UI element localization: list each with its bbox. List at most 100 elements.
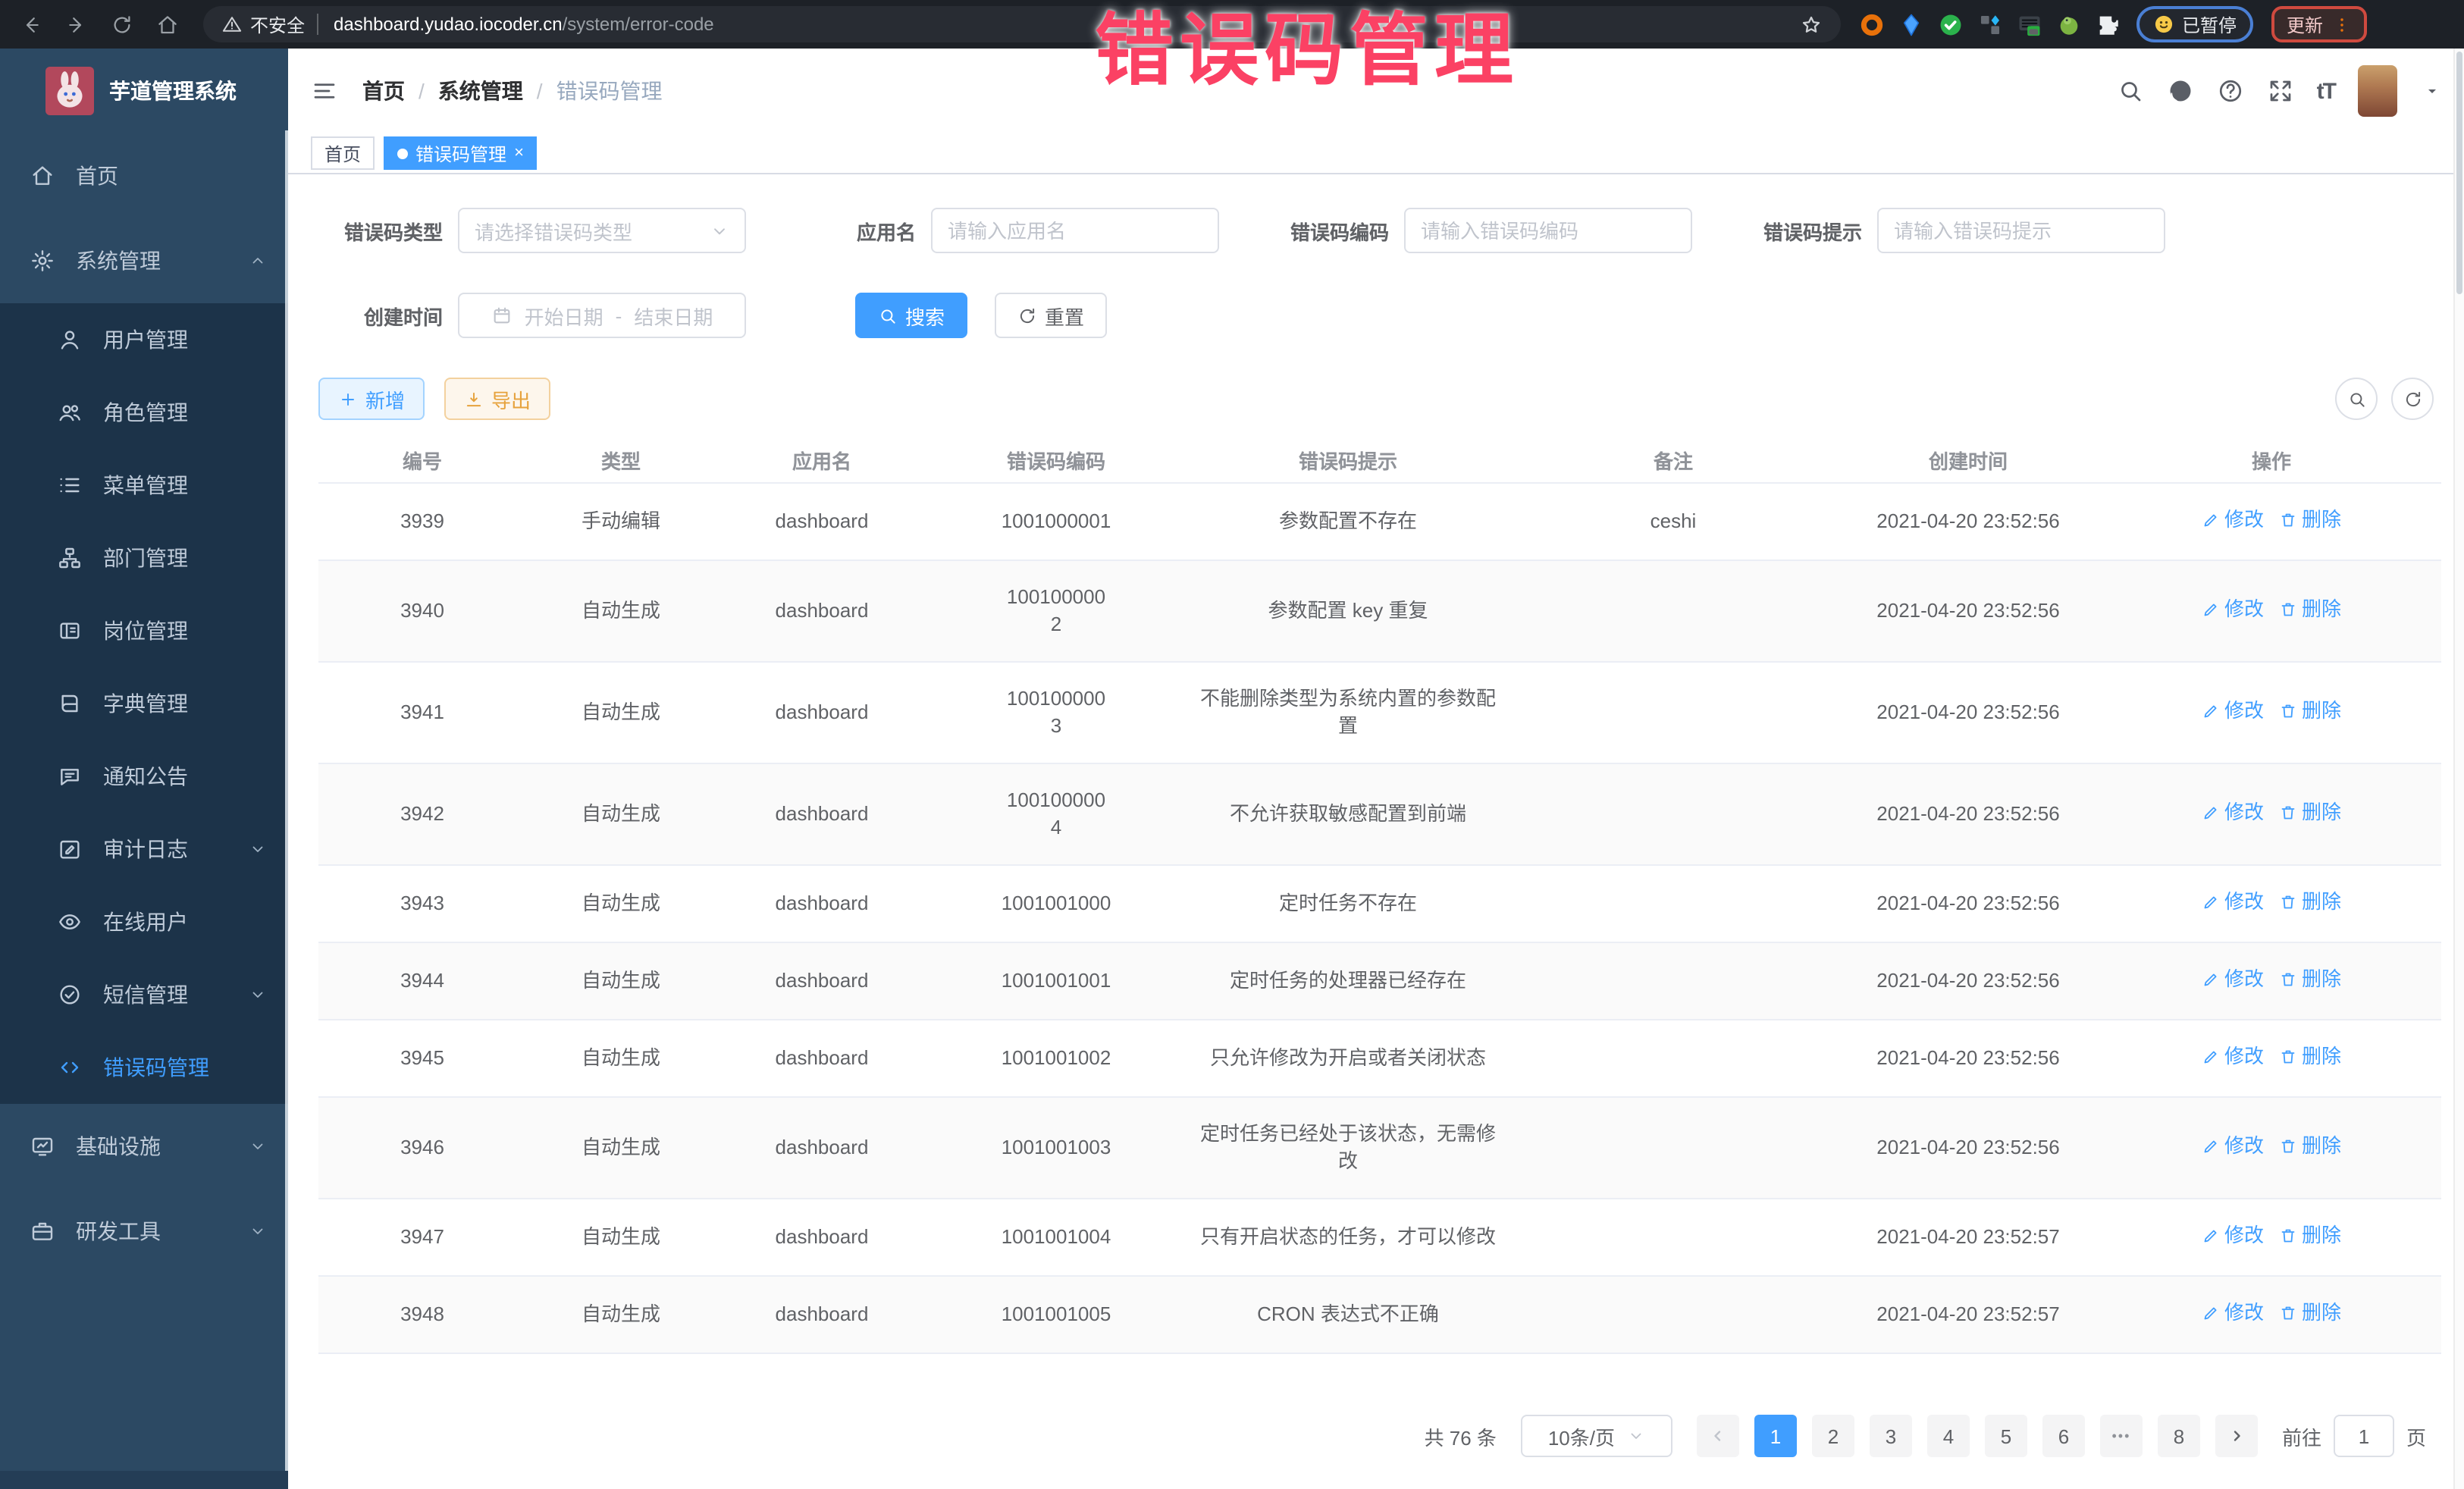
error-type-select[interactable]: 请选择错误码类型 xyxy=(458,208,746,253)
filter-error-type: 错误码类型 请选择错误码类型 xyxy=(291,208,746,253)
edit-link[interactable]: 修改 xyxy=(2202,1133,2264,1160)
next-page-button[interactable] xyxy=(2215,1415,2258,1457)
fullscreen-icon[interactable] xyxy=(2267,77,2294,105)
error-msg-input[interactable] xyxy=(1877,208,2165,253)
reload-icon[interactable] xyxy=(103,6,140,42)
sidebar-logo-row[interactable]: 芋道管理系统 xyxy=(0,49,288,133)
pager-page-6[interactable]: 6 xyxy=(2042,1415,2085,1457)
fontsize-icon[interactable]: tT xyxy=(2317,78,2335,104)
edit-link[interactable]: 修改 xyxy=(2202,799,2264,826)
sidebar-item-角色管理[interactable]: 角色管理 xyxy=(0,376,288,449)
edit-link[interactable]: 修改 xyxy=(2202,1222,2264,1249)
search-button[interactable]: 搜索 xyxy=(855,293,967,338)
edit-link[interactable]: 修改 xyxy=(2202,697,2264,725)
pager-page-3[interactable]: 3 xyxy=(1870,1415,1912,1457)
ext-orange-ring-icon[interactable] xyxy=(1859,11,1885,37)
pager-page-4[interactable]: 4 xyxy=(1927,1415,1970,1457)
breadcrumb-home[interactable]: 首页 xyxy=(362,76,405,106)
sidebar-item-错误码管理[interactable]: 错误码管理 xyxy=(0,1031,288,1104)
delete-link[interactable]: 删除 xyxy=(2279,799,2341,826)
delete-link[interactable]: 删除 xyxy=(2279,1043,2341,1071)
search-icon[interactable] xyxy=(2117,77,2144,105)
sidebar-collapse-bar[interactable] xyxy=(0,1471,288,1489)
forward-icon[interactable] xyxy=(58,6,94,42)
ext-grid-diamond-icon[interactable] xyxy=(1977,11,2003,37)
sidebar-item-在线用户[interactable]: 在线用户 xyxy=(0,886,288,958)
sidebar-item-字典管理[interactable]: 字典管理 xyxy=(0,667,288,740)
sidebar-item-通知公告[interactable]: 通知公告 xyxy=(0,740,288,813)
sidebar-item-研发工具[interactable]: 研发工具 xyxy=(0,1189,288,1274)
tag-error-code[interactable]: 错误码管理 × xyxy=(384,136,538,170)
ext-on-toggle-icon[interactable]: on xyxy=(2017,11,2042,37)
delete-link[interactable]: 删除 xyxy=(2279,596,2341,623)
ext-green-bird-icon[interactable] xyxy=(2056,11,2082,37)
home-icon[interactable] xyxy=(149,6,185,42)
date-range-picker[interactable]: 开始日期 - 结束日期 xyxy=(458,293,746,338)
cell-msg: CRON 表达式不正确 xyxy=(1184,1276,1512,1353)
pager-page-8[interactable]: 8 xyxy=(2158,1415,2200,1457)
delete-link[interactable]: 删除 xyxy=(2279,889,2341,916)
delete-link[interactable]: 删除 xyxy=(2279,1133,2341,1160)
close-tag-icon[interactable]: × xyxy=(514,145,524,161)
edit-link[interactable]: 修改 xyxy=(2202,596,2264,623)
delete-link[interactable]: 删除 xyxy=(2279,697,2341,725)
error-code-input[interactable] xyxy=(1404,208,1692,253)
sidebar-item-首页[interactable]: 首页 xyxy=(0,133,288,218)
pager-page-5[interactable]: 5 xyxy=(1985,1415,2027,1457)
profile-paused-badge[interactable]: 已暂停 xyxy=(2136,6,2253,42)
scrollbar-thumb[interactable] xyxy=(2456,52,2462,294)
sidebar-item-系统管理[interactable]: 系统管理 xyxy=(0,218,288,303)
pagination: 共 76 条 10条/页 123456•••8 前往 页 xyxy=(288,1354,2464,1457)
ext-blue-gem-icon[interactable] xyxy=(1898,11,1924,37)
sidebar-menu: 首页系统管理用户管理角色管理菜单管理部门管理岗位管理字典管理通知公告审计日志在线… xyxy=(0,133,288,1274)
delete-link[interactable]: 删除 xyxy=(2279,1299,2341,1327)
app-name-input[interactable] xyxy=(931,208,1219,253)
edit-link[interactable]: 修改 xyxy=(2202,966,2264,993)
ext-puzzle-icon[interactable] xyxy=(2096,11,2121,37)
refresh-table-button[interactable] xyxy=(2391,378,2434,420)
edit-link[interactable]: 修改 xyxy=(2202,1299,2264,1327)
add-button[interactable]: 新增 xyxy=(318,378,425,420)
sidebar-item-岗位管理[interactable]: 岗位管理 xyxy=(0,594,288,667)
breadcrumb-system[interactable]: 系统管理 xyxy=(438,76,523,106)
cell-code: 1001000001 xyxy=(928,483,1184,560)
avatar[interactable] xyxy=(2358,65,2397,117)
pager-page-2[interactable]: 2 xyxy=(1812,1415,1854,1457)
page-size-select[interactable]: 10条/页 xyxy=(1521,1415,1672,1457)
ext-green-check-icon[interactable] xyxy=(1938,11,1964,37)
question-icon[interactable] xyxy=(2217,77,2244,105)
hamburger-icon[interactable] xyxy=(311,77,338,105)
app-title: 芋道管理系统 xyxy=(109,76,237,106)
edit-link[interactable]: 修改 xyxy=(2202,889,2264,916)
edit-link[interactable]: 修改 xyxy=(2202,506,2264,534)
sidebar-item-部门管理[interactable]: 部门管理 xyxy=(0,522,288,594)
toggle-search-button[interactable] xyxy=(2335,378,2378,420)
sidebar-item-短信管理[interactable]: 短信管理 xyxy=(0,958,288,1031)
reset-button[interactable]: 重置 xyxy=(995,293,1107,338)
goto-page-input[interactable] xyxy=(2334,1415,2394,1457)
edit-link[interactable]: 修改 xyxy=(2202,1043,2264,1071)
pager-page-1[interactable]: 1 xyxy=(1754,1415,1797,1457)
sidebar-item-基础设施[interactable]: 基础设施 xyxy=(0,1104,288,1189)
sidebar-item-审计日志[interactable]: 审计日志 xyxy=(0,813,288,886)
delete-link[interactable]: 删除 xyxy=(2279,506,2341,534)
browser-update-button[interactable]: 更新 xyxy=(2271,6,2367,42)
sidebar-item-菜单管理[interactable]: 菜单管理 xyxy=(0,449,288,522)
tag-home[interactable]: 首页 xyxy=(311,136,375,170)
github-icon[interactable] xyxy=(2167,77,2194,105)
pager-ellipsis[interactable]: ••• xyxy=(2100,1415,2143,1457)
kebab-menu-icon[interactable] xyxy=(2332,14,2352,34)
chevron-down-icon xyxy=(249,1137,267,1155)
bookmark-star-icon[interactable] xyxy=(1800,13,1823,36)
back-icon[interactable] xyxy=(12,6,49,42)
delete-link[interactable]: 删除 xyxy=(2279,1222,2341,1249)
window-scrollbar[interactable] xyxy=(2453,49,2464,1489)
caret-down-icon[interactable] xyxy=(2423,82,2441,100)
delete-link[interactable]: 删除 xyxy=(2279,966,2341,993)
cell-code: 1001001001 xyxy=(928,942,1184,1020)
prev-page-button[interactable] xyxy=(1697,1415,1739,1457)
sidebar-item-用户管理[interactable]: 用户管理 xyxy=(0,303,288,376)
extensions-row: on xyxy=(1859,11,2121,37)
export-button[interactable]: 导出 xyxy=(444,378,550,420)
address-bar[interactable]: 不安全 dashboard.yudao.iocoder.cn /system/e… xyxy=(203,6,1841,42)
